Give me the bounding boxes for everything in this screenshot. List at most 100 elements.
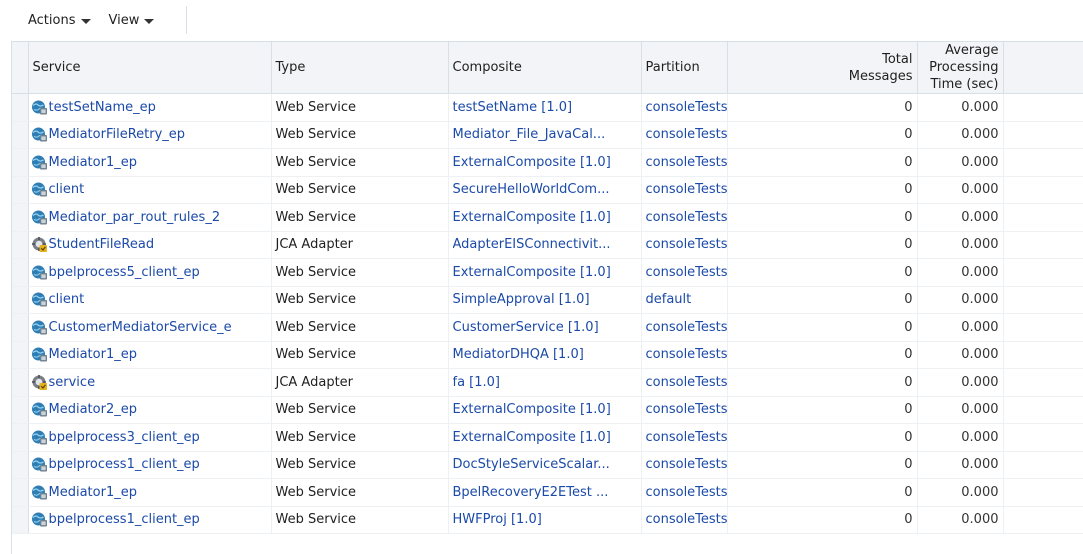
service-link[interactable]: bpelprocess3_client_ep	[49, 430, 200, 445]
column-header-composite[interactable]: Composite	[448, 42, 642, 94]
table-row[interactable]: StudentFileRead JCA Adapter AdapterEISConn…	[12, 231, 1083, 259]
row-selector[interactable]	[12, 368, 29, 397]
service-link[interactable]: client	[49, 182, 85, 197]
row-selector[interactable]	[12, 286, 29, 314]
partition-link[interactable]: consoleTests	[646, 182, 727, 197]
cell-total-messages: 0	[727, 451, 918, 479]
row-selector[interactable]	[12, 258, 29, 287]
cell-partition: consoleTests	[641, 203, 728, 232]
service-link[interactable]: CustomerMediatorService_e	[49, 320, 232, 335]
table-row[interactable]: bpelprocess3_client_ep Web Service Externa…	[12, 423, 1083, 452]
partition-link[interactable]: consoleTests	[646, 100, 727, 115]
cell-partition: consoleTests	[641, 93, 728, 122]
composite-link[interactable]: CustomerService [1.0]	[453, 320, 637, 335]
table-row[interactable]: client Web Service SecureHelloWorldCom... c…	[12, 176, 1083, 204]
actions-menu[interactable]: Actions	[28, 13, 91, 28]
partition-link[interactable]: consoleTests	[646, 512, 727, 527]
partition-link[interactable]: consoleTests	[646, 485, 727, 500]
row-selector[interactable]	[12, 451, 29, 479]
composite-link[interactable]: ExternalComposite [1.0]	[453, 155, 637, 170]
composite-link[interactable]: MediatorDHQA [1.0]	[453, 347, 637, 362]
table-row[interactable]: Mediator2_ep Web Service ExternalComposite…	[12, 396, 1083, 424]
row-selector[interactable]	[12, 121, 29, 149]
composite-link[interactable]: AdapterEISConnectivit...	[453, 237, 637, 252]
composite-link[interactable]: SimpleApproval [1.0]	[453, 292, 637, 307]
service-link[interactable]: Mediator1_ep	[49, 485, 137, 500]
actions-menu-label: Actions	[28, 12, 76, 28]
service-link[interactable]: Mediator1_ep	[49, 155, 137, 170]
service-link[interactable]: bpelprocess1_client_ep	[49, 512, 200, 527]
service-link[interactable]: MediatorFileRetry_ep	[49, 127, 186, 142]
partition-link[interactable]: consoleTests	[646, 375, 727, 390]
column-header-partition[interactable]: Partition	[641, 42, 728, 94]
composite-link[interactable]: ExternalComposite [1.0]	[453, 265, 637, 280]
row-selector[interactable]	[12, 396, 29, 424]
total-line2: Messages	[848, 68, 913, 84]
row-selector[interactable]	[12, 203, 29, 232]
service-link[interactable]: Mediator_par_rout_rules_2	[49, 210, 221, 225]
partition-link[interactable]: consoleTests	[646, 347, 727, 362]
composite-link[interactable]: BpelRecoveryE2ETest ...	[453, 485, 637, 500]
column-header-total-messages[interactable]: Total Messages	[727, 42, 918, 94]
composite-link[interactable]: DocStyleServiceScalar...	[453, 457, 637, 472]
service-link[interactable]: service	[49, 375, 96, 390]
row-selector[interactable]	[12, 231, 29, 259]
partition-link[interactable]: consoleTests	[646, 320, 727, 335]
cell-service: MediatorFileRetry_ep	[28, 121, 272, 149]
column-header-service[interactable]: Service	[28, 42, 272, 94]
partition-link[interactable]: consoleTests	[646, 402, 727, 417]
table-row[interactable]: bpelprocess1_client_ep Web Service DocStyl…	[12, 451, 1083, 479]
composite-link[interactable]: ExternalComposite [1.0]	[453, 430, 637, 445]
table-row[interactable]: CustomerMediatorService_e Web Service Cust…	[12, 313, 1083, 342]
partition-link[interactable]: consoleTests	[646, 265, 727, 280]
table-row[interactable]: Mediator1_ep Web Service MediatorDHQA [1.0…	[12, 341, 1083, 369]
partition-link[interactable]: consoleTests	[646, 457, 727, 472]
composite-link[interactable]: ExternalComposite [1.0]	[453, 402, 637, 417]
composite-link[interactable]: testSetName [1.0]	[453, 100, 637, 115]
partition-link[interactable]: consoleTests	[646, 430, 727, 445]
service-link[interactable]: Mediator1_ep	[49, 347, 137, 362]
partition-link[interactable]: consoleTests	[646, 237, 727, 252]
partition-link[interactable]: consoleTests	[646, 210, 727, 225]
web-service-icon	[30, 99, 48, 115]
service-link[interactable]: client	[49, 292, 85, 307]
table-row[interactable]: service JCA Adapter fa [1.0] consoleTests 0 0…	[12, 368, 1083, 397]
chevron-down-icon	[80, 18, 91, 24]
row-selector[interactable]	[12, 313, 29, 342]
column-header-type[interactable]: Type	[271, 42, 449, 94]
composite-link[interactable]: SecureHelloWorldCom...	[453, 182, 637, 197]
service-link[interactable]: bpelprocess1_client_ep	[49, 457, 200, 472]
view-menu[interactable]: View	[109, 13, 155, 28]
row-selector[interactable]	[12, 478, 29, 507]
web-service-icon	[30, 347, 48, 363]
cell-type: Web Service	[271, 506, 449, 534]
row-selector[interactable]	[12, 176, 29, 204]
service-link[interactable]: Mediator2_ep	[49, 402, 137, 417]
cell-total-messages: 0	[727, 121, 918, 149]
composite-link[interactable]: ExternalComposite [1.0]	[453, 210, 637, 225]
composite-link[interactable]: fa [1.0]	[453, 375, 637, 390]
composite-link[interactable]: Mediator_File_JavaCal...	[453, 127, 637, 142]
partition-link[interactable]: consoleTests	[646, 127, 727, 142]
column-header-avg-processing-time[interactable]: Average Processing Time (sec)	[917, 42, 1004, 94]
composite-link[interactable]: HWFProj [1.0]	[453, 512, 637, 527]
partition-link[interactable]: consoleTests	[646, 155, 727, 170]
cell-partition: consoleTests	[641, 451, 728, 479]
table-row[interactable]: MediatorFileRetry_ep Web Service Mediator_…	[12, 121, 1083, 149]
table-row[interactable]: Mediator_par_rout_rules_2 Web Service Exte…	[12, 203, 1083, 232]
row-selector[interactable]	[12, 506, 29, 534]
table-row[interactable]: testSetName_ep Web Service testSetName [1.…	[12, 93, 1083, 122]
table-row[interactable]: bpelprocess5_client_ep Web Service Externa…	[12, 258, 1083, 287]
table-row[interactable]: Mediator1_ep Web Service ExternalComposite…	[12, 148, 1083, 177]
row-selector[interactable]	[12, 341, 29, 369]
row-selector[interactable]	[12, 148, 29, 177]
table-row[interactable]: client Web Service SimpleApproval [1.0] def…	[12, 286, 1083, 314]
row-selector[interactable]	[12, 93, 29, 122]
row-selector[interactable]	[12, 423, 29, 452]
table-row[interactable]: bpelprocess1_client_ep Web Service HWFProj…	[12, 506, 1083, 534]
service-link[interactable]: StudentFileRead	[49, 237, 155, 252]
table-row[interactable]: Mediator1_ep Web Service BpelRecoveryE2ETe…	[12, 478, 1083, 507]
partition-link[interactable]: default	[646, 292, 692, 307]
service-link[interactable]: bpelprocess5_client_ep	[49, 265, 200, 280]
service-link[interactable]: testSetName_ep	[49, 100, 156, 115]
